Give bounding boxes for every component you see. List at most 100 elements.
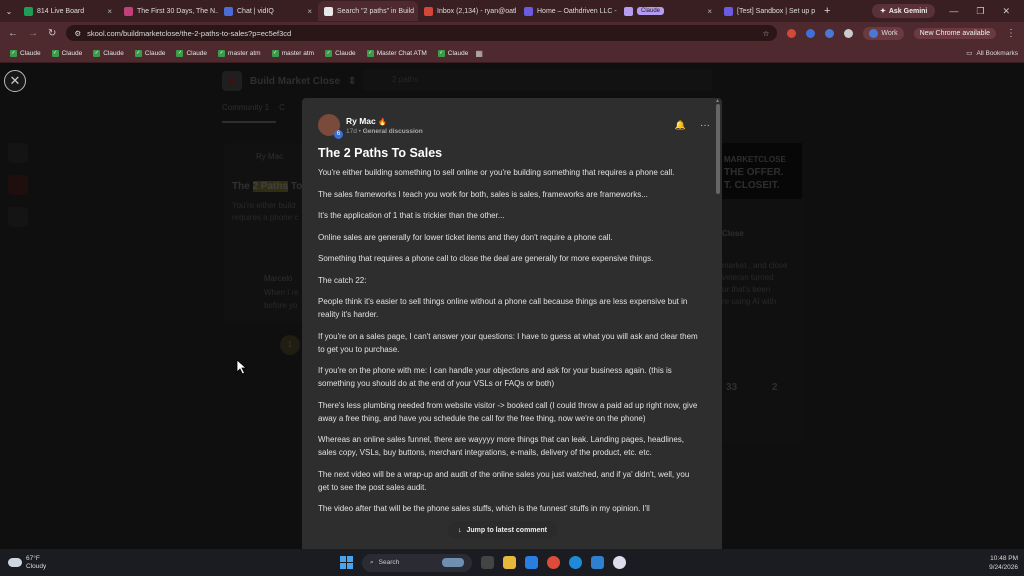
address-bar[interactable]: ⚙ skool.com/buildmarketclose/the-2-paths…: [66, 25, 778, 41]
reload-icon[interactable]: ↻: [48, 28, 56, 39]
forward-icon[interactable]: →: [28, 28, 38, 39]
profile-label: Work: [881, 29, 898, 37]
bookmark-item[interactable]: ✓ Claude: [6, 48, 45, 59]
tab-title: Inbox (2,134) - ryan@oatl: [437, 7, 517, 15]
tab-search-chevron-icon[interactable]: ⌄: [0, 7, 18, 16]
back-icon[interactable]: ←: [8, 28, 18, 39]
browser-tab[interactable]: Inbox (2,134) - ryan@oatl×: [418, 1, 518, 21]
fire-icon: 🔥: [378, 118, 387, 126]
more-options-icon[interactable]: ···: [700, 120, 710, 131]
tab-title: [Test] Sandbox | Set up p: [737, 7, 816, 15]
tab-close-icon[interactable]: ×: [107, 7, 112, 16]
bell-icon[interactable]: 🔔: [675, 120, 686, 131]
scroll-thumb[interactable]: [716, 104, 720, 194]
tab-title: Chat | vidIQ: [237, 7, 274, 15]
taskbar-search-label: Search: [378, 559, 400, 566]
arrow-down-icon: ↓: [458, 526, 462, 534]
post-body: You're either building something to sell…: [318, 166, 702, 524]
window-controls: — ❐ ✕: [935, 6, 1024, 17]
bookmark-check-icon: ✓: [325, 49, 333, 57]
extension-icon-3[interactable]: [825, 28, 835, 38]
bookmark-check-icon: ✓: [51, 49, 59, 57]
browser-tab[interactable]: The First 30 Days, The N...×: [118, 1, 218, 21]
modal-scrollbar[interactable]: ▲: [714, 98, 720, 549]
tab-title: The First 30 Days, The N...: [137, 7, 218, 15]
vscode-icon[interactable]: [591, 556, 604, 569]
store-icon[interactable]: [525, 556, 538, 569]
browser-tab[interactable]: Chat | vidIQ ×: [218, 1, 318, 21]
extension-icon-1[interactable]: [787, 28, 797, 38]
post-time: 17d: [346, 127, 357, 135]
file-explorer-icon[interactable]: [503, 556, 516, 569]
bookmark-star-icon[interactable]: ☆: [763, 29, 770, 38]
extensions-puzzle-icon[interactable]: [844, 28, 854, 38]
weather-condition: Cloudy: [26, 562, 47, 570]
chrome-profile-icon[interactable]: [613, 556, 626, 569]
post-actions: 🔔 ···: [675, 120, 710, 131]
tab-title: 814 Live Board: [37, 7, 85, 15]
browser-tab[interactable]: Claude ×: [618, 1, 718, 21]
maximize-icon[interactable]: ❐: [976, 6, 984, 17]
post-paragraph: The sales frameworks I teach you work fo…: [318, 189, 648, 199]
bookmark-item[interactable]: ✓ Claude: [434, 48, 473, 59]
bookmark-label: Claude: [61, 49, 83, 57]
browser-tab[interactable]: Home – Oathdriven LLC -×: [518, 1, 618, 21]
tab-close-icon[interactable]: ×: [307, 7, 312, 16]
task-view-icon[interactable]: [481, 556, 494, 569]
bookmark-check-icon: ✓: [437, 49, 445, 57]
author-name[interactable]: Ry Mac 🔥: [346, 116, 423, 126]
cloud-icon: [8, 558, 22, 567]
bookmark-label: master atm: [281, 49, 315, 57]
tab-favicon-icon: [24, 6, 33, 16]
update-chrome-button[interactable]: New Chrome available: [913, 27, 996, 39]
chrome-icon[interactable]: [547, 556, 560, 569]
post-paragraph: Online sales are generally for lower tic…: [318, 232, 613, 242]
author-avatar[interactable]: 6: [318, 114, 343, 139]
jump-label: Jump to latest comment: [466, 526, 548, 534]
weather-widget[interactable]: 67°F Cloudy: [0, 555, 340, 571]
bookmark-item[interactable]: ✓ Master Chat ATM: [363, 48, 431, 59]
close-modal-button[interactable]: ✕: [4, 70, 26, 92]
extension-icon-2[interactable]: [806, 28, 816, 38]
all-bookmarks-label: All Bookmarks: [976, 49, 1018, 57]
close-window-icon[interactable]: ✕: [1002, 6, 1010, 17]
post-paragraph: If you're on the phone with me: I can ha…: [318, 366, 672, 388]
bookmark-item[interactable]: ✓ master atm: [214, 48, 265, 59]
bookmark-label: Master Chat ATM: [376, 49, 427, 57]
search-highlight-icon: [442, 558, 464, 567]
post-paragraph: People think it's easier to sell things …: [318, 297, 688, 319]
bookmark-item[interactable]: ✓ Claude: [172, 48, 211, 59]
post-paragraph: There's less plumbing needed from websit…: [318, 400, 698, 423]
system-clock[interactable]: 10:48 PM 9/24/2026: [989, 554, 1024, 572]
post-category[interactable]: General discussion: [363, 128, 423, 135]
browser-tab[interactable]: 814 Live Board ×: [18, 1, 118, 21]
site-info-icon[interactable]: ⚙: [74, 29, 81, 38]
tab-close-icon[interactable]: ×: [707, 7, 712, 16]
jump-to-latest-comment-button[interactable]: ↓ Jump to latest comment: [448, 521, 558, 539]
bookmark-item[interactable]: ✓ Claude: [321, 48, 360, 59]
windows-taskbar: 67°F Cloudy ⌕ Search 10:48 PM 9/24/2026: [0, 549, 1024, 576]
edge-icon[interactable]: [569, 556, 582, 569]
new-tab-button[interactable]: +: [818, 5, 836, 17]
start-icon[interactable]: [340, 556, 353, 569]
taskbar-search[interactable]: ⌕ Search: [362, 553, 472, 572]
ask-gemini-button[interactable]: ✦ Ask Gemini: [871, 4, 936, 18]
bookmark-label: Claude: [103, 49, 124, 57]
minimize-icon[interactable]: —: [949, 6, 958, 17]
menu-kebab-icon[interactable]: ⋮: [1006, 28, 1016, 39]
post-paragraph: You're either building something to sell…: [318, 168, 675, 177]
browser-tab[interactable]: Search "2 paths" in Build×: [318, 1, 418, 21]
bookmark-item[interactable]: ✓ Claude: [89, 48, 128, 59]
browser-tab[interactable]: [Test] Sandbox | Set up p×: [718, 1, 818, 21]
post-header: 6 Ry Mac 🔥 17d • General discussion 🔔 ··…: [318, 114, 710, 139]
url-text[interactable]: skool.com/buildmarketclose/the-2-paths-t…: [87, 29, 291, 38]
bookmark-check-icon: ✓: [271, 49, 279, 57]
apps-grid-icon[interactable]: ▦: [475, 49, 483, 58]
bookmark-item[interactable]: ✓ master atm: [268, 48, 319, 59]
bookmark-item[interactable]: ✓ Claude: [131, 48, 170, 59]
profile-button[interactable]: Work: [863, 26, 904, 40]
tab-title: Claude: [637, 7, 665, 15]
post-title: The 2 Paths To Sales: [318, 146, 443, 160]
all-bookmarks-button[interactable]: ▭ All Bookmarks: [966, 49, 1018, 58]
bookmark-item[interactable]: ✓ Claude: [48, 48, 87, 59]
